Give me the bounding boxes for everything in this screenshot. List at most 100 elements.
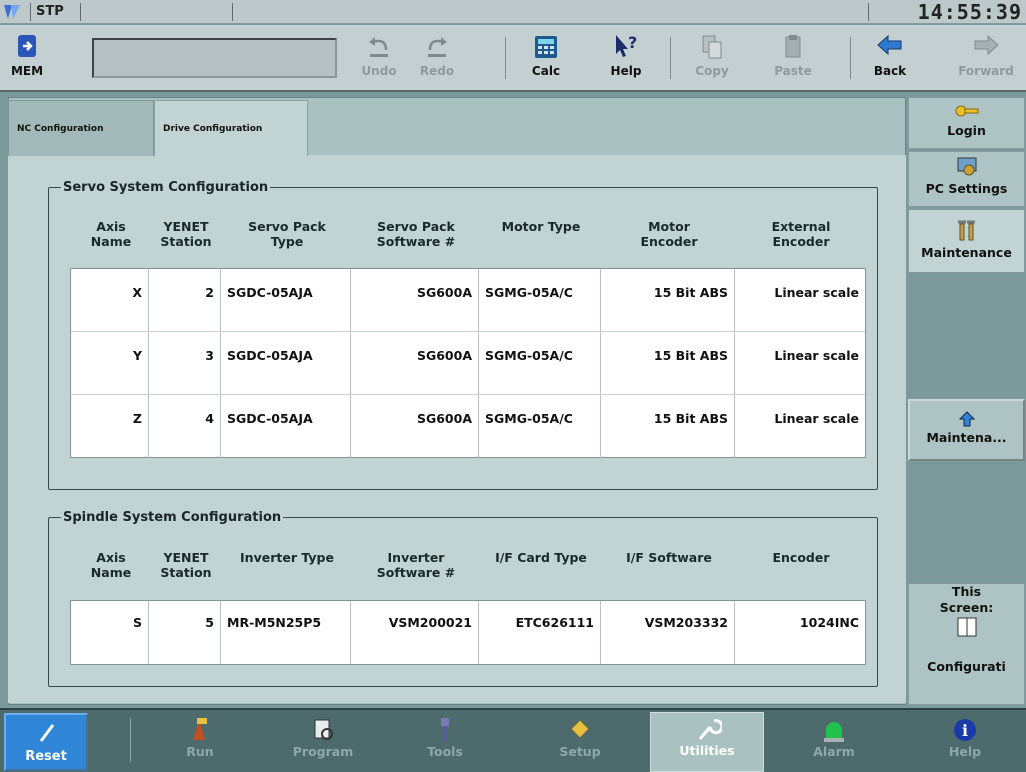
program-label: Program [292,744,354,759]
pc-settings-button[interactable]: PC Settings [908,151,1025,207]
reset-button[interactable]: Reset [4,713,88,771]
redo-button[interactable]: Redo [413,28,461,88]
back-button[interactable]: Back [866,28,914,88]
servo-header-motor-encoder: Motor Encoder [640,219,698,249]
forward-button[interactable]: Forward [950,28,1022,88]
calc-label: Calc [531,64,561,78]
spindle-header-inverter-software: Inverter Software # [376,550,456,580]
run-icon [193,718,207,740]
calculator-icon [535,36,557,58]
servo-cell-motor-encoder: 15 Bit ABS [601,269,735,331]
utilities-label: Utilities [679,743,735,758]
configuration-label: Configurati [927,659,1006,674]
alarm-label: Alarm [813,744,855,759]
spindle-cell-if-card-type: ETC626111 [479,601,601,664]
servo-header-servo-pack-software: Servo Pack Software # [376,219,456,249]
servo-cell-motor-type: SGMG-05A/C [479,269,601,331]
utilities-tab[interactable]: Utilities [650,712,764,772]
mem-icon [18,35,36,57]
spindle-header-inverter-type: Inverter Type [240,550,334,565]
spindle-cell-encoder: 1024INC [799,615,859,630]
undo-label: Undo [361,64,397,78]
setup-label: Setup [559,744,601,759]
spindle-cell-inverter-type: MR-M5N25P5 [221,601,351,664]
toolbar: MEM Undo Redo Calc ? Help Copy Paste Bac… [0,25,1026,92]
tab-label: NC Configuration [17,124,104,134]
servo-cell-station: 2 [149,269,221,331]
servo-group-title: Servo System Configuration [63,180,269,195]
tools-label: Tools [427,744,463,759]
tab-label: Drive Configuration [163,124,263,134]
title-separator [868,3,869,21]
key-icon [955,105,978,117]
copy-label: Copy [695,64,729,78]
maintenance-label: Maintenance [921,245,1012,260]
tools-tab[interactable]: Tools [410,714,480,770]
spindle-header-encoder: Encoder [772,550,830,565]
right-sidebar: Login PC Settings Maintenance Maintena..… [907,97,1026,705]
spindle-group-title: Spindle System Configuration [63,510,282,525]
spindle-cell-inverter-software: VSM200021 [351,601,479,664]
servo-cell-pack-software: SG600A [351,395,479,458]
servo-header-motor-type: Motor Type [501,219,581,234]
servo-header-servo-pack-type: Servo Pack Type [248,219,326,249]
run-label: Run [186,744,214,759]
servo-cell-motor-type: SGMG-05A/C [479,332,601,394]
maintenance-button[interactable]: Maintenance [908,209,1025,273]
copy-button[interactable]: Copy [685,28,739,88]
table-row[interactable]: S 5 MR-M5N25P5 VSM200021 ETC626111 VSM20… [71,601,865,664]
tab-drive-configuration[interactable]: Drive Configuration [154,100,308,156]
mem-button[interactable]: MEM [4,28,50,88]
servo-cell-axis: X [71,269,149,331]
servo-cell-external-encoder: Linear scale [774,411,859,426]
title-bar: STP 14:55:39 [0,0,1026,24]
spindle-table[interactable]: S 5 MR-M5N25P5 VSM200021 ETC626111 VSM20… [70,600,866,665]
login-button[interactable]: Login [908,97,1025,149]
paste-button[interactable]: Paste [766,28,820,88]
spindle-header-if-software: I/F Software [626,550,712,565]
alarm-light-icon [824,722,844,742]
spindle-cell-station: 5 [149,601,221,664]
servo-table[interactable]: X 2 SGDC-05AJA SG600A SGMG-05A/C 15 Bit … [70,268,866,458]
info-icon: i [954,719,976,741]
servo-header-yenet-station: YENET Station [160,219,212,249]
login-label: Login [947,123,986,138]
undo-button[interactable]: Undo [355,28,403,88]
help-tab[interactable]: i Help [930,714,1000,770]
calc-button[interactable]: Calc [522,28,570,88]
redo-icon [428,37,447,57]
mem-label: MEM [10,64,44,78]
table-row[interactable]: X 2 SGDC-05AJA SG600A SGMG-05A/C 15 Bit … [71,269,865,332]
servo-cell-motor-encoder: 15 Bit ABS [601,332,735,394]
toolbar-divider [505,37,506,79]
back-arrow-icon [877,34,902,56]
help-label: Help [610,64,642,78]
spindle-header-axis-name: Axis Name [90,550,132,580]
forward-arrow-icon [974,34,999,56]
servo-cell-axis: Z [71,395,149,458]
maintenance-up-label: Maintena... [926,430,1007,445]
pc-settings-label: PC Settings [925,181,1008,196]
program-tab[interactable]: Program [278,714,368,770]
servo-cell-axis: Y [71,332,149,394]
tab-nc-configuration[interactable]: NC Configuration [8,100,154,156]
setup-tab[interactable]: Setup [540,714,620,770]
alarm-tab[interactable]: Alarm [794,714,874,770]
servo-cell-motor-encoder: 15 Bit ABS [601,395,735,458]
servo-header-external-encoder: External Encoder [771,219,831,249]
table-row[interactable]: Z 4 SGDC-05AJA SG600A SGMG-05A/C 15 Bit … [71,395,865,458]
table-row[interactable]: Y 3 SGDC-05AJA SG600A SGMG-05A/C 15 Bit … [71,332,865,395]
servo-cell-external-encoder: Linear scale [774,348,859,363]
clock-display: 14:55:39 [917,0,1022,24]
servo-header-axis-name: Axis Name [90,219,132,249]
servo-cell-pack-software: SG600A [351,269,479,331]
setup-icon [570,719,590,739]
toolbar-divider [670,37,671,79]
title-separator [30,3,31,21]
paste-label: Paste [774,64,812,78]
program-icon [314,719,333,740]
servo-cell-pack-type: SGDC-05AJA [221,332,351,394]
maintenance-up-button[interactable]: Maintena... [908,399,1025,461]
run-tab[interactable]: Run [160,714,240,770]
help-button[interactable]: ? Help [602,28,650,88]
